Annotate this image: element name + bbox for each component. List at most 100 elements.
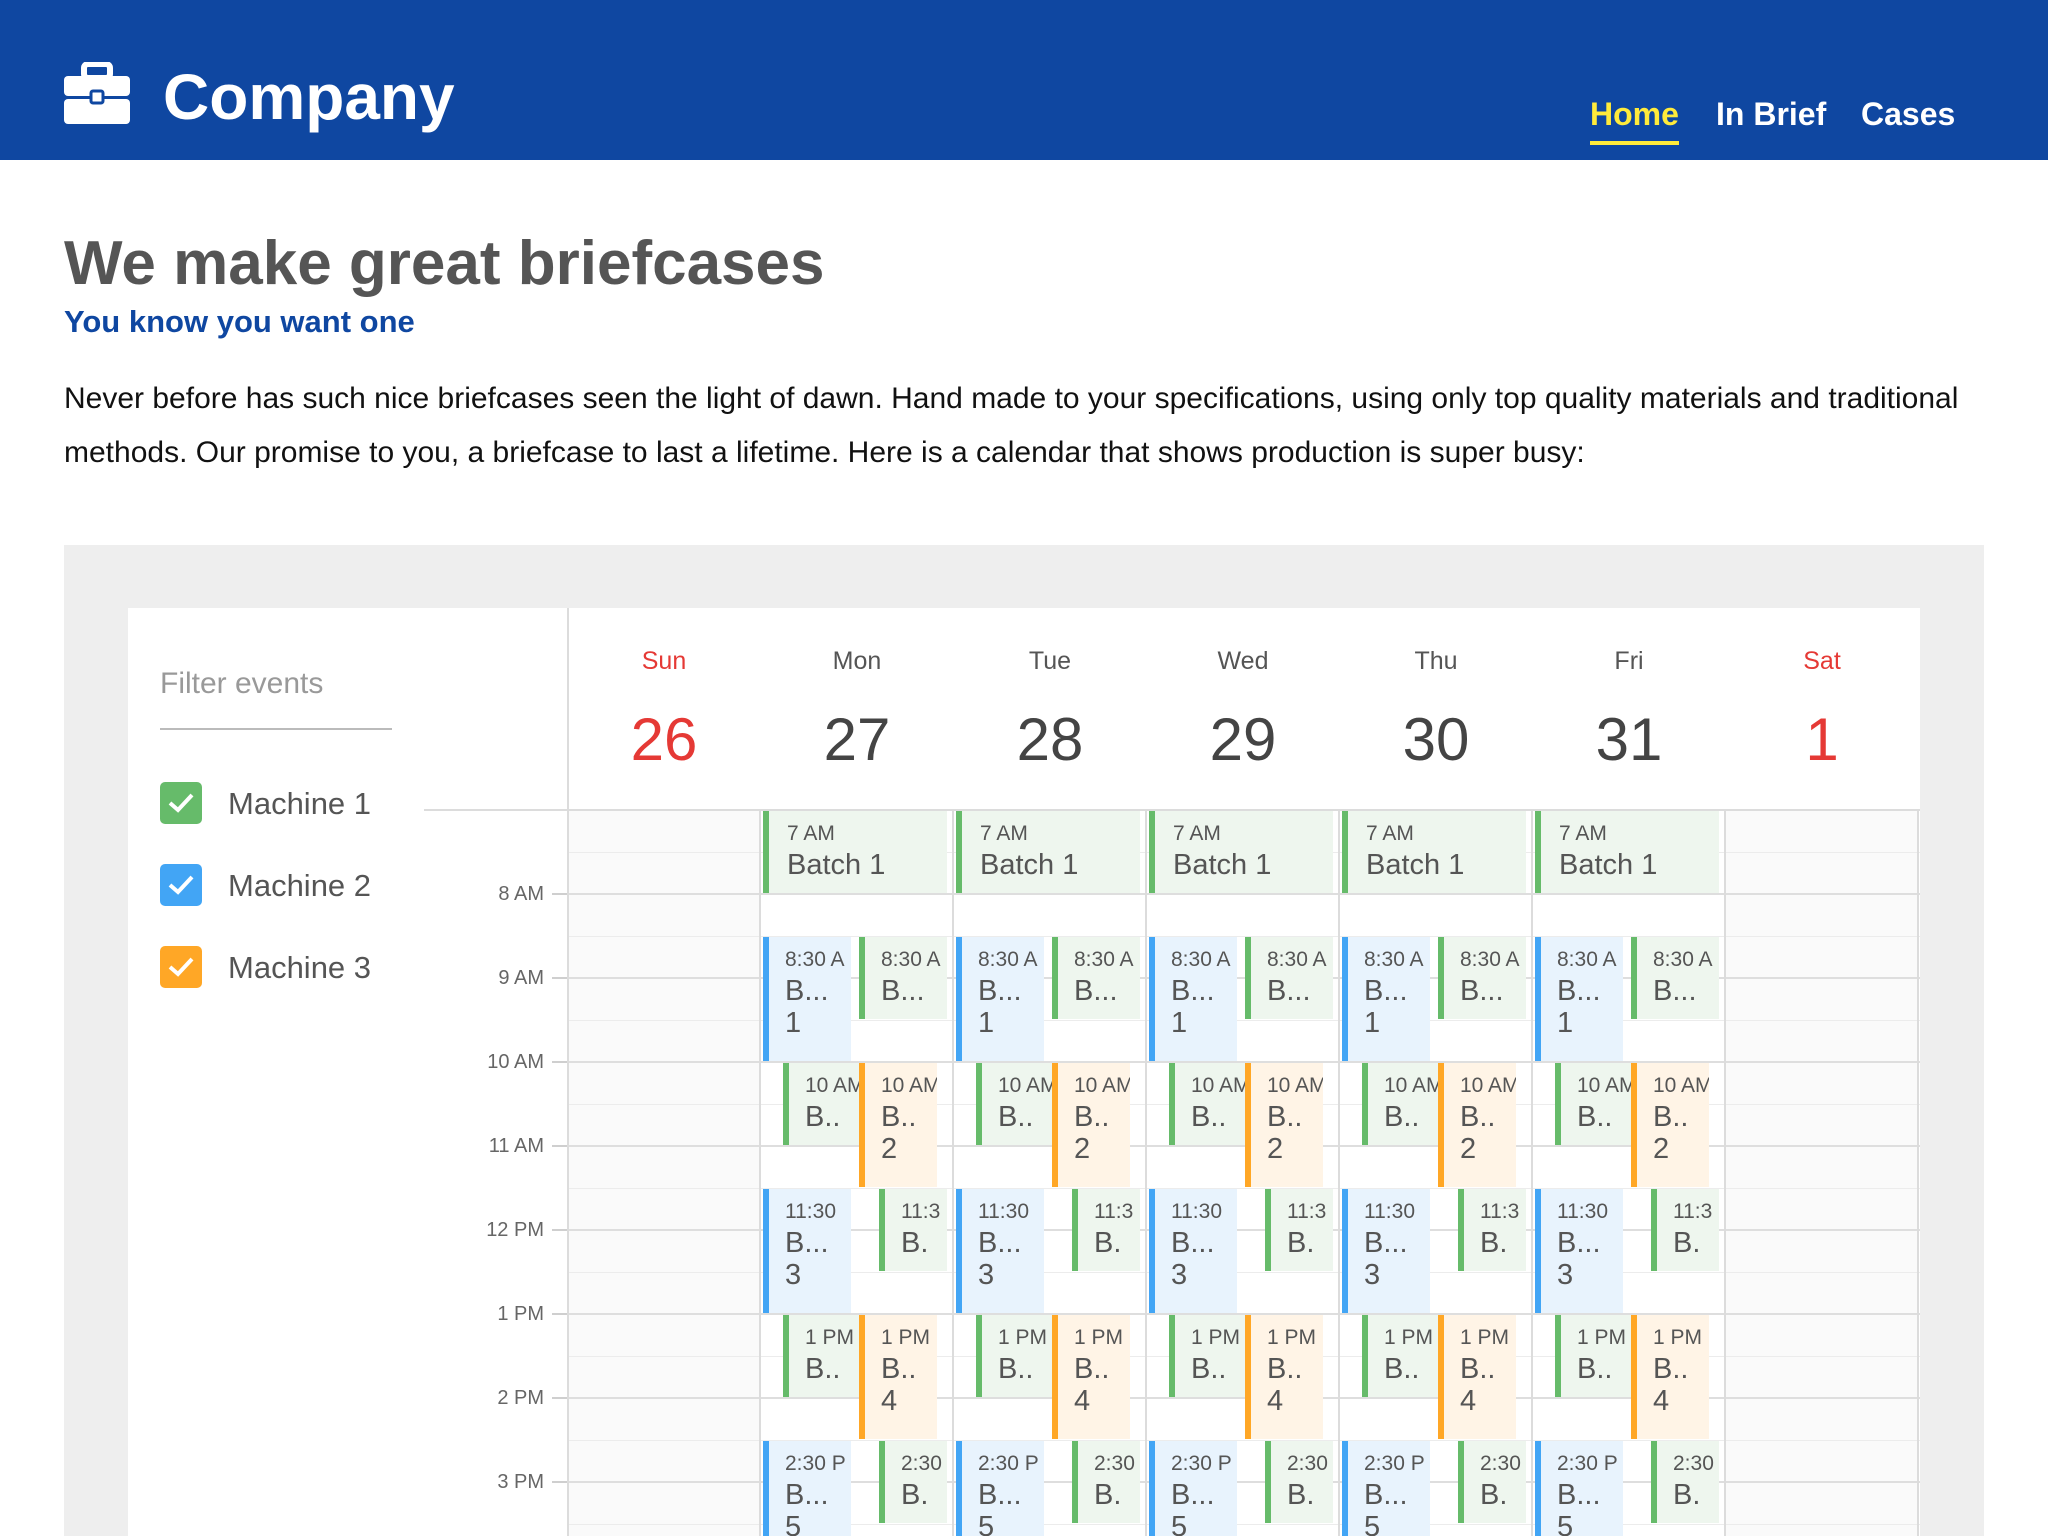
- event-time: 1 PM: [1384, 1326, 1434, 1349]
- check-icon: [168, 957, 194, 977]
- day-number-sun[interactable]: 26: [568, 704, 760, 776]
- event-mon-9[interactable]: 1 PM B.. 4: [859, 1315, 937, 1439]
- event-mon-1[interactable]: 7 AM Batch 1: [763, 811, 947, 893]
- event-thu-2[interactable]: 8:30 A B... 1: [1342, 937, 1430, 1061]
- check-icon: [168, 875, 194, 895]
- event-mon-3[interactable]: 8:30 A B...: [859, 937, 947, 1019]
- event-wed-7[interactable]: 11:3 B.: [1265, 1189, 1333, 1271]
- event-thu-11[interactable]: 2:30 B.: [1458, 1441, 1526, 1523]
- event-fri-7[interactable]: 11:3 B.: [1651, 1189, 1719, 1271]
- event-title: B... 1: [978, 975, 1022, 1039]
- event-fri-4[interactable]: 10 AM B..: [1555, 1063, 1633, 1145]
- event-title: Batch 1: [1559, 849, 1658, 881]
- machine-2-checkbox[interactable]: [160, 864, 202, 906]
- event-title: B... 1: [1557, 975, 1601, 1039]
- machine-color-bar: [1052, 937, 1058, 1019]
- brand-name[interactable]: Company: [163, 60, 455, 134]
- machine-2-label[interactable]: Machine 2: [228, 866, 371, 906]
- event-fri-10[interactable]: 2:30 P B... 5: [1535, 1441, 1623, 1536]
- event-thu-9[interactable]: 1 PM B.. 4: [1438, 1315, 1516, 1439]
- event-title: B.. 2: [1267, 1101, 1303, 1165]
- event-wed-10[interactable]: 2:30 P B... 5: [1149, 1441, 1237, 1536]
- nav-cases[interactable]: Cases: [1861, 95, 1955, 133]
- event-mon-11[interactable]: 2:30 B.: [879, 1441, 947, 1523]
- event-title: B.. 4: [1267, 1353, 1303, 1417]
- event-thu-7[interactable]: 11:3 B.: [1458, 1189, 1526, 1271]
- intro-paragraph: Never before has such nice briefcases se…: [64, 382, 1959, 469]
- nav-in-brief[interactable]: In Brief: [1716, 95, 1826, 133]
- machine-color-bar: [879, 1189, 885, 1271]
- machine-color-bar: [1072, 1189, 1078, 1271]
- event-wed-5[interactable]: 10 AM B.. 2: [1245, 1063, 1323, 1187]
- event-mon-7[interactable]: 11:3 B.: [879, 1189, 947, 1271]
- event-fri-8[interactable]: 1 PM B..: [1555, 1315, 1633, 1397]
- event-fri-6[interactable]: 11:30 B... 3: [1535, 1189, 1623, 1313]
- event-tue-8[interactable]: 1 PM B..: [976, 1315, 1054, 1397]
- event-thu-5[interactable]: 10 AM B.. 2: [1438, 1063, 1516, 1187]
- event-tue-3[interactable]: 8:30 A B...: [1052, 937, 1140, 1019]
- event-tue-7[interactable]: 11:3 B.: [1072, 1189, 1140, 1271]
- event-thu-4[interactable]: 10 AM B..: [1362, 1063, 1440, 1145]
- event-mon-2[interactable]: 8:30 A B... 1: [763, 937, 851, 1061]
- event-fri-5[interactable]: 10 AM B.. 2: [1631, 1063, 1709, 1187]
- event-time: 10 AM: [881, 1074, 937, 1097]
- event-wed-11[interactable]: 2:30 B.: [1265, 1441, 1333, 1523]
- event-wed-3[interactable]: 8:30 A B...: [1245, 937, 1333, 1019]
- day-number-thu[interactable]: 30: [1340, 704, 1532, 776]
- day-number-fri[interactable]: 31: [1533, 704, 1725, 776]
- day-number-wed[interactable]: 29: [1147, 704, 1339, 776]
- event-wed-6[interactable]: 11:30 B... 3: [1149, 1189, 1237, 1313]
- event-mon-6[interactable]: 11:30 B... 3: [763, 1189, 851, 1313]
- event-title: B... 1: [785, 975, 829, 1039]
- briefcase-icon[interactable]: [64, 62, 130, 124]
- event-fri-1[interactable]: 7 AM Batch 1: [1535, 811, 1719, 893]
- machine-color-bar: [859, 1063, 865, 1187]
- event-title: B.. 4: [1653, 1353, 1689, 1417]
- day-name-thu: Thu: [1414, 647, 1458, 675]
- event-thu-6[interactable]: 11:30 B... 3: [1342, 1189, 1430, 1313]
- event-fri-9[interactable]: 1 PM B.. 4: [1631, 1315, 1709, 1439]
- event-time: 11:3: [1287, 1200, 1327, 1223]
- event-fri-3[interactable]: 8:30 A B...: [1631, 937, 1719, 1019]
- event-thu-1[interactable]: 7 AM Batch 1: [1342, 811, 1526, 893]
- event-tue-9[interactable]: 1 PM B.. 4: [1052, 1315, 1130, 1439]
- event-tue-11[interactable]: 2:30 B.: [1072, 1441, 1140, 1523]
- day-name-sat: Sat: [1803, 647, 1841, 675]
- machine-3-label[interactable]: Machine 3: [228, 948, 371, 988]
- event-tue-6[interactable]: 11:30 B... 3: [956, 1189, 1044, 1313]
- event-mon-4[interactable]: 10 AM B..: [783, 1063, 861, 1145]
- event-tue-1[interactable]: 7 AM Batch 1: [956, 811, 1140, 893]
- machine-1-label[interactable]: Machine 1: [228, 784, 371, 824]
- event-wed-4[interactable]: 10 AM B..: [1169, 1063, 1247, 1145]
- event-fri-11[interactable]: 2:30 B.: [1651, 1441, 1719, 1523]
- event-time: 8:30 A: [1267, 948, 1327, 971]
- event-wed-1[interactable]: 7 AM Batch 1: [1149, 811, 1333, 893]
- machine-1-checkbox[interactable]: [160, 782, 202, 824]
- event-tue-10[interactable]: 2:30 P B... 5: [956, 1441, 1044, 1536]
- event-tue-5[interactable]: 10 AM B.. 2: [1052, 1063, 1130, 1187]
- event-mon-5[interactable]: 10 AM B.. 2: [859, 1063, 937, 1187]
- filter-events-input[interactable]: Filter events: [160, 664, 323, 704]
- event-wed-2[interactable]: 8:30 A B... 1: [1149, 937, 1237, 1061]
- event-time: 10 AM: [1577, 1074, 1633, 1097]
- event-wed-8[interactable]: 1 PM B..: [1169, 1315, 1247, 1397]
- event-tue-2[interactable]: 8:30 A B... 1: [956, 937, 1044, 1061]
- event-mon-8[interactable]: 1 PM B..: [783, 1315, 861, 1397]
- event-tue-4[interactable]: 10 AM B..: [976, 1063, 1054, 1145]
- hour-gridline: [568, 1145, 1920, 1147]
- day-number-mon[interactable]: 27: [761, 704, 953, 776]
- machine-color-bar: [1245, 937, 1251, 1019]
- nav-home[interactable]: Home: [1590, 95, 1679, 145]
- machine-color-bar: [1169, 1315, 1175, 1397]
- event-mon-10[interactable]: 2:30 P B... 5: [763, 1441, 851, 1536]
- event-thu-3[interactable]: 8:30 A B...: [1438, 937, 1526, 1019]
- event-title: B.: [901, 1479, 929, 1511]
- day-number-tue[interactable]: 28: [954, 704, 1146, 776]
- event-wed-9[interactable]: 1 PM B.. 4: [1245, 1315, 1323, 1439]
- event-fri-2[interactable]: 8:30 A B... 1: [1535, 937, 1623, 1061]
- day-divider: [1145, 810, 1147, 1536]
- event-thu-8[interactable]: 1 PM B..: [1362, 1315, 1440, 1397]
- day-number-sat[interactable]: 1: [1726, 704, 1918, 776]
- event-thu-10[interactable]: 2:30 P B... 5: [1342, 1441, 1430, 1536]
- machine-3-checkbox[interactable]: [160, 946, 202, 988]
